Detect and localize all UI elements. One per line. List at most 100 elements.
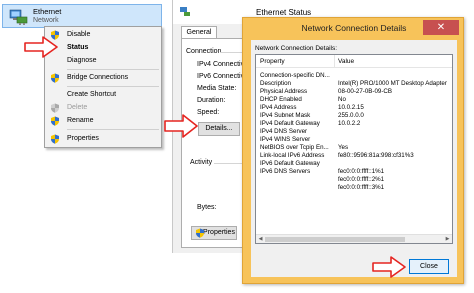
row-property: Link-local IPv6 Address	[260, 152, 325, 159]
group-divider	[220, 52, 242, 53]
status-title-bar	[173, 0, 253, 24]
group-divider	[214, 163, 242, 164]
row-property: IPv4 Address	[260, 104, 297, 111]
menu-item-label: Delete	[67, 104, 88, 111]
list-row[interactable]: Physical Address 08-00-27-0B-09-CB	[256, 88, 452, 96]
list-row[interactable]: IPv6 Default Gateway	[256, 160, 452, 168]
row-value: fec0:0:0:ffff::2%1	[338, 176, 385, 183]
row-property: Description	[260, 80, 291, 87]
details-button[interactable]: Details...	[198, 122, 240, 136]
menu-item-label: Status	[67, 44, 89, 51]
connection-group-label: Connection	[186, 48, 222, 55]
ipv6-connectivity-label: IPv6 Connectivi	[197, 73, 246, 80]
menu-item-bridge-connections[interactable]: Bridge Connections	[45, 72, 161, 84]
menu-item-diagnose[interactable]: Diagnose	[45, 55, 161, 67]
network-connection-details-dialog: Network Connection Details ✕ Network Con…	[242, 17, 464, 284]
row-value: 10.0.2.15	[338, 104, 364, 111]
row-value: 08-00-27-0B-09-CB	[338, 88, 392, 95]
close-button[interactable]: Close	[409, 259, 449, 274]
menu-item-label: Diagnose	[67, 57, 97, 64]
details-list-label: Network Connection Details:	[255, 45, 338, 52]
list-row[interactable]: IPv4 DNS Server	[256, 128, 452, 136]
status-window-title: Ethernet Status	[256, 8, 312, 17]
adapter-name: Ethernet	[33, 7, 62, 16]
annotation-arrow-icon	[372, 256, 406, 278]
menu-item-create-shortcut[interactable]: Create Shortcut	[45, 89, 161, 101]
list-row[interactable]: IPv4 WINS Server	[256, 136, 452, 144]
network-adapter-icon	[179, 6, 191, 18]
menu-item-delete[interactable]: Delete	[45, 102, 161, 114]
annotation-arrow-icon	[24, 36, 58, 58]
menu-item-label: Bridge Connections	[67, 74, 129, 81]
menu-item-label: Rename	[67, 117, 94, 124]
row-property: NetBIOS over Tcpip En...	[260, 144, 329, 151]
ethernet-adapter-item[interactable]: Ethernet Network	[2, 4, 162, 28]
list-row[interactable]: Description Intel(R) PRO/1000 MT Desktop …	[256, 80, 452, 88]
row-value: Yes	[338, 144, 349, 151]
dialog-body: Network Connection Details: Property Val…	[251, 40, 457, 277]
row-value: Intel(R) PRO/1000 MT Desktop Adapter	[338, 80, 447, 87]
shield-icon	[50, 134, 60, 144]
row-property: IPv4 DNS Server	[260, 128, 308, 135]
menu-item-label: Properties	[67, 135, 99, 142]
row-property: DHCP Enabled	[260, 96, 302, 103]
shield-icon	[50, 73, 60, 83]
menu-item-disable[interactable]: Disable	[45, 29, 161, 41]
properties-button[interactable]: Properties	[191, 226, 237, 240]
duration-label: Duration:	[197, 97, 226, 104]
media-state-label: Media State:	[197, 85, 237, 92]
shield-icon	[195, 228, 205, 238]
bytes-label: Bytes:	[197, 204, 217, 211]
scroll-left-icon[interactable]: ◀	[257, 236, 264, 243]
row-property: IPv6 Default Gateway	[260, 160, 320, 167]
menu-item-status[interactable]: Status	[45, 42, 161, 54]
properties-button-label: Properties	[203, 229, 235, 236]
list-row[interactable]: DHCP Enabled No	[256, 96, 452, 104]
scrollbar-thumb[interactable]	[265, 237, 405, 242]
column-header-property[interactable]: Property	[260, 58, 285, 65]
list-row[interactable]: fec0:0:0:ffff::2%1	[256, 176, 452, 184]
list-header: Property Value	[256, 55, 452, 68]
row-property: IPv4 Default Gateway	[260, 120, 320, 127]
row-value: No	[338, 96, 346, 103]
row-value: 255.0.0.0	[338, 112, 364, 119]
close-icon[interactable]: ✕	[423, 20, 459, 35]
list-row[interactable]: Link-local IPv6 Address fe80::9596:81a:99…	[256, 152, 452, 160]
menu-item-label: Create Shortcut	[67, 91, 117, 98]
list-row[interactable]: IPv4 Address 10.0.2.15	[256, 104, 452, 112]
list-row[interactable]: IPv6 DNS Servers fec0:0:0:ffff::1%1	[256, 168, 452, 176]
list-row[interactable]: IPv4 Subnet Mask 255.0.0.0	[256, 112, 452, 120]
menu-item-properties[interactable]: Properties	[45, 133, 161, 145]
row-property: Connection-specific DN...	[260, 72, 330, 79]
menu-item-rename[interactable]: Rename	[45, 115, 161, 127]
shield-icon	[50, 103, 60, 113]
column-header-value[interactable]: Value	[338, 58, 354, 65]
list-row[interactable]: fec0:0:0:ffff::3%1	[256, 184, 452, 192]
menu-item-label: Disable	[67, 31, 91, 38]
row-value: 10.0.2.2	[338, 120, 361, 127]
shield-icon	[50, 116, 60, 126]
row-value: fe80::9596:81a:998:cf31%3	[338, 152, 414, 159]
adapter-context-menu: Disable Status Diagnose Bridge Connectio…	[44, 26, 162, 148]
activity-group-label: Activity	[190, 159, 213, 166]
network-adapter-icon	[9, 8, 29, 26]
menu-separator	[67, 86, 159, 87]
details-list-view[interactable]: Property Value Connection-specific DN...…	[255, 54, 453, 244]
horizontal-scrollbar[interactable]: ◀ ▶	[256, 234, 452, 243]
annotation-arrow-icon	[164, 114, 198, 138]
speed-label: Speed:	[197, 109, 220, 116]
ipv4-connectivity-label: IPv4 Connectivi	[197, 61, 246, 68]
menu-separator	[67, 129, 159, 130]
row-property: IPv4 WINS Server	[260, 136, 311, 143]
row-value: fec0:0:0:ffff::1%1	[338, 168, 385, 175]
row-property: Physical Address	[260, 88, 308, 95]
adapter-subtitle: Network	[33, 17, 59, 24]
menu-separator	[67, 69, 159, 70]
list-row[interactable]: Connection-specific DN...	[256, 72, 452, 80]
list-row[interactable]: NetBIOS over Tcpip En... Yes	[256, 144, 452, 152]
column-divider[interactable]	[334, 55, 335, 68]
row-property: IPv4 Subnet Mask	[260, 112, 311, 119]
list-row[interactable]: IPv4 Default Gateway 10.0.2.2	[256, 120, 452, 128]
row-property: IPv6 DNS Servers	[260, 168, 311, 175]
scroll-right-icon[interactable]: ▶	[444, 236, 451, 243]
